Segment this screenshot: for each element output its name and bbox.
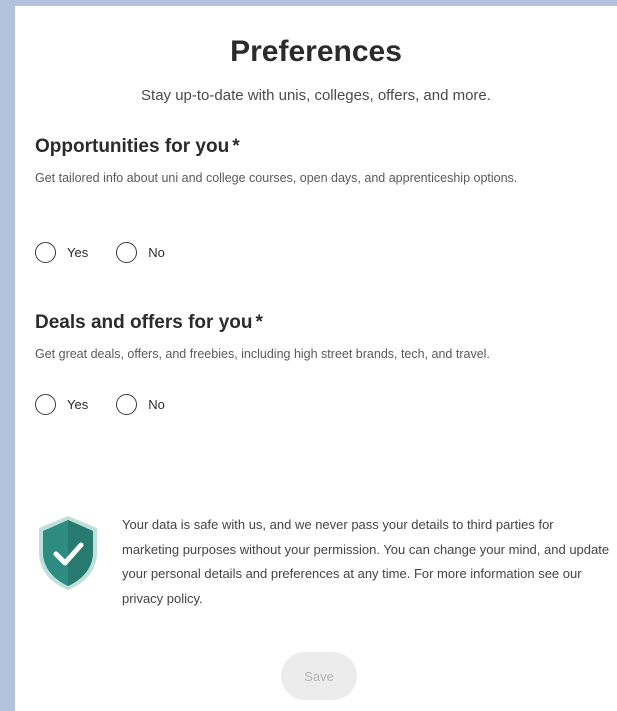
save-button[interactable]: Save xyxy=(281,652,357,700)
opportunities-heading-text: Opportunities for you xyxy=(35,136,230,157)
page-subtitle: Stay up-to-date with unis, colleges, off… xyxy=(141,87,491,104)
page-title: Preferences xyxy=(230,35,402,68)
opportunities-radio-group: Yes No xyxy=(35,239,193,265)
required-marker: * xyxy=(255,312,263,333)
deals-yes-option[interactable]: Yes xyxy=(35,393,88,415)
required-marker: * xyxy=(232,136,240,157)
deals-no-label[interactable]: No xyxy=(148,397,165,412)
deals-description: Get great deals, offers, and freebies, i… xyxy=(35,347,490,361)
opportunities-yes-option[interactable]: Yes xyxy=(35,241,88,263)
deals-yes-label[interactable]: Yes xyxy=(67,397,88,412)
opportunities-yes-radio[interactable] xyxy=(35,241,56,263)
opportunities-description: Get tailored info about uni and college … xyxy=(35,171,518,185)
opportunities-no-option[interactable]: No xyxy=(116,241,165,263)
opportunities-no-label[interactable]: No xyxy=(148,245,165,260)
opportunities-yes-label[interactable]: Yes xyxy=(67,245,88,260)
deals-no-radio[interactable] xyxy=(116,393,138,415)
privacy-notice: Your data is safe with us, and we never … xyxy=(122,517,610,606)
deals-radio-group: Yes No xyxy=(35,391,193,417)
deals-heading-text: Deals and offers for you xyxy=(35,312,253,333)
opportunities-no-radio[interactable] xyxy=(116,241,138,263)
deals-no-option[interactable]: No xyxy=(116,393,165,415)
deals-heading: Deals and offers for you * xyxy=(35,311,263,335)
preferences-panel: Preferences Stay up-to-date with unis, c… xyxy=(15,6,617,711)
opportunities-heading: Opportunities for you * xyxy=(35,135,240,159)
shield-check-icon xyxy=(39,516,97,590)
deals-yes-radio[interactable] xyxy=(35,393,56,415)
